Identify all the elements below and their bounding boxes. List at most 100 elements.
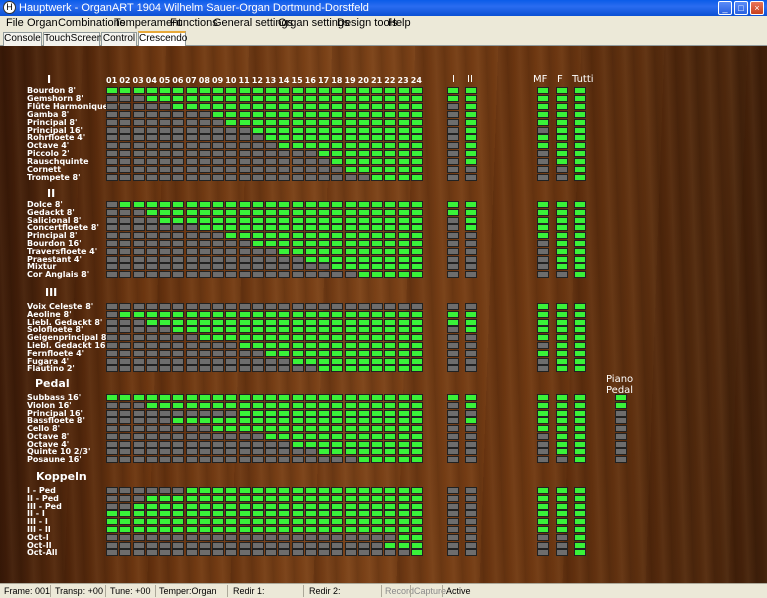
crescendo-step-cell[interactable] bbox=[225, 240, 237, 247]
crescendo-step-cell[interactable] bbox=[225, 248, 237, 255]
crescendo-step-cell[interactable] bbox=[371, 209, 383, 216]
crescendo-step-cell[interactable] bbox=[119, 510, 131, 517]
combination-cell-i[interactable] bbox=[447, 402, 459, 409]
combination-cell-tutti[interactable] bbox=[574, 549, 586, 556]
crescendo-step-cell[interactable] bbox=[305, 271, 317, 278]
combination-cell-f[interactable] bbox=[556, 256, 568, 263]
crescendo-step-cell[interactable] bbox=[318, 487, 330, 494]
combination-cell-mf[interactable] bbox=[537, 358, 549, 365]
crescendo-step-cell[interactable] bbox=[265, 158, 277, 165]
crescendo-step-cell[interactable] bbox=[345, 201, 357, 208]
crescendo-step-cell[interactable] bbox=[146, 240, 158, 247]
crescendo-step-cell[interactable] bbox=[331, 433, 343, 440]
crescendo-step-cell[interactable] bbox=[398, 158, 410, 165]
combination-cell-f[interactable] bbox=[556, 150, 568, 157]
crescendo-step-cell[interactable] bbox=[345, 542, 357, 549]
combination-cell-mf[interactable] bbox=[537, 334, 549, 341]
crescendo-step-cell[interactable] bbox=[331, 518, 343, 525]
crescendo-step-cell[interactable] bbox=[212, 510, 224, 517]
crescendo-step-cell[interactable] bbox=[345, 441, 357, 448]
crescendo-step-cell[interactable] bbox=[398, 209, 410, 216]
crescendo-step-cell[interactable] bbox=[305, 456, 317, 463]
combination-cell-i[interactable] bbox=[447, 134, 459, 141]
crescendo-step-cell[interactable] bbox=[358, 487, 370, 494]
crescendo-step-cell[interactable] bbox=[133, 456, 145, 463]
crescendo-step-cell[interactable] bbox=[252, 95, 264, 102]
crescendo-step-cell[interactable] bbox=[146, 142, 158, 149]
crescendo-step-cell[interactable] bbox=[225, 256, 237, 263]
crescendo-step-cell[interactable] bbox=[371, 256, 383, 263]
crescendo-step-cell[interactable] bbox=[199, 119, 211, 126]
crescendo-step-cell[interactable] bbox=[225, 334, 237, 341]
crescendo-step-cell[interactable] bbox=[358, 209, 370, 216]
crescendo-step-cell[interactable] bbox=[172, 174, 184, 181]
crescendo-step-cell[interactable] bbox=[119, 201, 131, 208]
crescendo-step-cell[interactable] bbox=[411, 119, 423, 126]
crescendo-step-cell[interactable] bbox=[133, 342, 145, 349]
crescendo-step-cell[interactable] bbox=[398, 456, 410, 463]
crescendo-step-cell[interactable] bbox=[119, 410, 131, 417]
crescendo-step-cell[interactable] bbox=[278, 350, 290, 357]
crescendo-step-cell[interactable] bbox=[384, 142, 396, 149]
crescendo-step-cell[interactable] bbox=[398, 503, 410, 510]
crescendo-step-cell[interactable] bbox=[371, 111, 383, 118]
crescendo-step-cell[interactable] bbox=[318, 256, 330, 263]
crescendo-step-cell[interactable] bbox=[384, 201, 396, 208]
crescendo-step-cell[interactable] bbox=[199, 456, 211, 463]
crescendo-step-cell[interactable] bbox=[186, 256, 198, 263]
crescendo-step-cell[interactable] bbox=[384, 119, 396, 126]
crescendo-step-cell[interactable] bbox=[225, 134, 237, 141]
crescendo-step-cell[interactable] bbox=[186, 402, 198, 409]
crescendo-step-cell[interactable] bbox=[345, 365, 357, 372]
crescendo-step-cell[interactable] bbox=[133, 326, 145, 333]
crescendo-step-cell[interactable] bbox=[133, 334, 145, 341]
crescendo-step-cell[interactable] bbox=[384, 209, 396, 216]
crescendo-step-cell[interactable] bbox=[398, 358, 410, 365]
crescendo-step-cell[interactable] bbox=[239, 448, 251, 455]
crescendo-step-cell[interactable] bbox=[331, 134, 343, 141]
crescendo-step-cell[interactable] bbox=[225, 441, 237, 448]
crescendo-step-cell[interactable] bbox=[292, 240, 304, 247]
combination-cell-i[interactable] bbox=[447, 448, 459, 455]
crescendo-step-cell[interactable] bbox=[119, 534, 131, 541]
crescendo-step-cell[interactable] bbox=[292, 534, 304, 541]
crescendo-step-cell[interactable] bbox=[252, 263, 264, 270]
crescendo-step-cell[interactable] bbox=[411, 342, 423, 349]
combination-cell-ii[interactable] bbox=[465, 358, 477, 365]
crescendo-step-cell[interactable] bbox=[318, 334, 330, 341]
combination-cell-tutti[interactable] bbox=[574, 311, 586, 318]
crescendo-step-cell[interactable] bbox=[292, 417, 304, 424]
crescendo-step-cell[interactable] bbox=[133, 256, 145, 263]
crescendo-step-cell[interactable] bbox=[119, 87, 131, 94]
combination-cell-tutti[interactable] bbox=[574, 433, 586, 440]
crescendo-step-cell[interactable] bbox=[212, 534, 224, 541]
crescendo-step-cell[interactable] bbox=[318, 394, 330, 401]
crescendo-step-cell[interactable] bbox=[292, 232, 304, 239]
combination-cell-tutti[interactable] bbox=[574, 111, 586, 118]
crescendo-step-cell[interactable] bbox=[292, 103, 304, 110]
crescendo-step-cell[interactable] bbox=[292, 358, 304, 365]
combination-cell-mf[interactable] bbox=[537, 448, 549, 455]
crescendo-step-cell[interactable] bbox=[265, 256, 277, 263]
crescendo-step-cell[interactable] bbox=[186, 158, 198, 165]
crescendo-step-cell[interactable] bbox=[278, 358, 290, 365]
crescendo-step-cell[interactable] bbox=[358, 410, 370, 417]
crescendo-step-cell[interactable] bbox=[172, 256, 184, 263]
crescendo-step-cell[interactable] bbox=[119, 263, 131, 270]
combination-cell-f[interactable] bbox=[556, 495, 568, 502]
crescendo-step-cell[interactable] bbox=[159, 542, 171, 549]
crescendo-step-cell[interactable] bbox=[239, 303, 251, 310]
crescendo-step-cell[interactable] bbox=[331, 256, 343, 263]
combination-cell-tutti[interactable] bbox=[574, 263, 586, 270]
combination-cell-i[interactable] bbox=[447, 142, 459, 149]
crescendo-step-cell[interactable] bbox=[371, 103, 383, 110]
crescendo-step-cell[interactable] bbox=[305, 342, 317, 349]
crescendo-step-cell[interactable] bbox=[199, 103, 211, 110]
crescendo-step-cell[interactable] bbox=[225, 232, 237, 239]
combination-cell-f[interactable] bbox=[556, 311, 568, 318]
crescendo-step-cell[interactable] bbox=[133, 103, 145, 110]
crescendo-step-cell[interactable] bbox=[371, 232, 383, 239]
crescendo-step-cell[interactable] bbox=[172, 311, 184, 318]
crescendo-step-cell[interactable] bbox=[252, 319, 264, 326]
combination-cell-tutti[interactable] bbox=[574, 217, 586, 224]
